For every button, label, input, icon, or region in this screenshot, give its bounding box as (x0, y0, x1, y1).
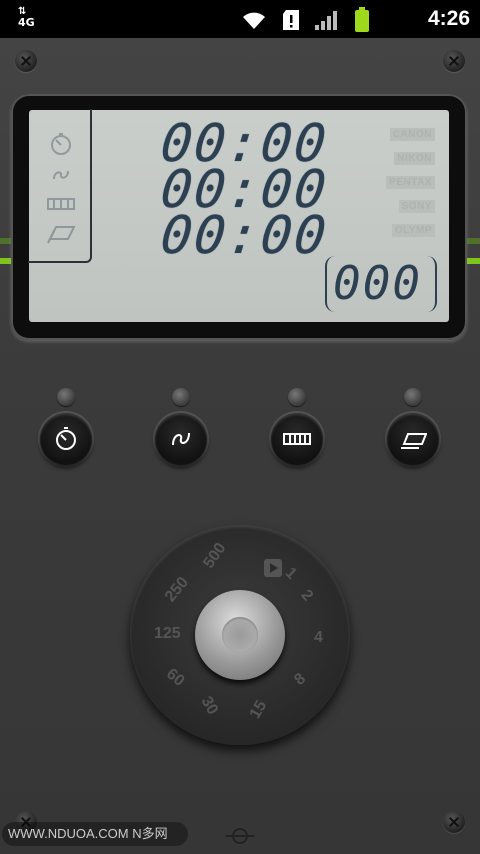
dial-number: 500 (200, 539, 230, 572)
led-3 (288, 388, 306, 406)
interval-icon (53, 170, 69, 180)
dial-number: 2 (297, 586, 317, 605)
interval-button[interactable] (155, 413, 207, 465)
self-timer-button[interactable] (40, 413, 92, 465)
sequence-button[interactable] (271, 413, 323, 465)
shutter-release-button[interactable] (195, 590, 285, 680)
dial-number: 15 (246, 697, 271, 722)
mode-indicator-panel (28, 109, 92, 263)
led-1 (57, 388, 75, 406)
lcd-frame: 00:00 00:00 00:00 CANON NIKON PENTAX SON… (11, 94, 467, 340)
dial-number: 8 (291, 670, 310, 689)
bracket-icon (47, 226, 76, 244)
stack-icon (401, 433, 427, 449)
timer-3: 00:00 (157, 206, 331, 266)
screw-icon (15, 50, 37, 72)
lcd-display: 00:00 00:00 00:00 CANON NIKON PENTAX SON… (28, 109, 449, 322)
brand-olymp: OLYMP (391, 224, 435, 237)
interval-icon (172, 432, 190, 446)
dial-number: 1 (281, 564, 300, 583)
watermark: WWW.NDUOA.COM N多网 (2, 822, 188, 846)
dial-number: 125 (154, 625, 181, 642)
network-type: 4G (18, 16, 35, 29)
dial-number: 4 (314, 629, 323, 646)
brand-nikon: NIKON (394, 152, 435, 165)
right-stripe-dark (466, 238, 480, 244)
brand-pentax: PENTAX (386, 176, 435, 189)
battery-icon (355, 7, 369, 32)
bottom-logo-icon (226, 828, 254, 844)
right-stripe (466, 258, 480, 264)
sequence-icon (283, 433, 311, 445)
device-body: 00:00 00:00 00:00 CANON NIKON PENTAX SON… (0, 38, 480, 854)
clock: 4:26 (427, 7, 470, 30)
self-timer-icon (56, 427, 76, 450)
led-4 (404, 388, 422, 406)
dial-number: 30 (197, 693, 222, 718)
bulb-icon (47, 198, 75, 210)
shot-counter: 000 (325, 256, 437, 312)
wifi-icon (243, 12, 265, 29)
network-indicator: ⇅ 4G (18, 6, 35, 28)
shutter-dial[interactable]: 500 250 125 60 30 15 8 4 2 1 (130, 525, 350, 745)
led-2 (172, 388, 190, 406)
screw-icon (443, 811, 465, 833)
self-timer-icon (51, 133, 71, 155)
dial-number: 250 (161, 573, 193, 606)
status-bar: ⇅ 4G 4:26 (0, 0, 480, 38)
sd-card-alert-icon (283, 10, 299, 30)
screw-icon (443, 50, 465, 72)
counter-value: 000 (333, 256, 423, 310)
dial-number: 60 (162, 665, 188, 690)
signal-icon (315, 11, 337, 30)
stack-button[interactable] (387, 413, 439, 465)
brand-sony: SONY (398, 200, 435, 213)
brand-canon: CANON (389, 128, 435, 141)
play-marker-icon (264, 559, 282, 577)
